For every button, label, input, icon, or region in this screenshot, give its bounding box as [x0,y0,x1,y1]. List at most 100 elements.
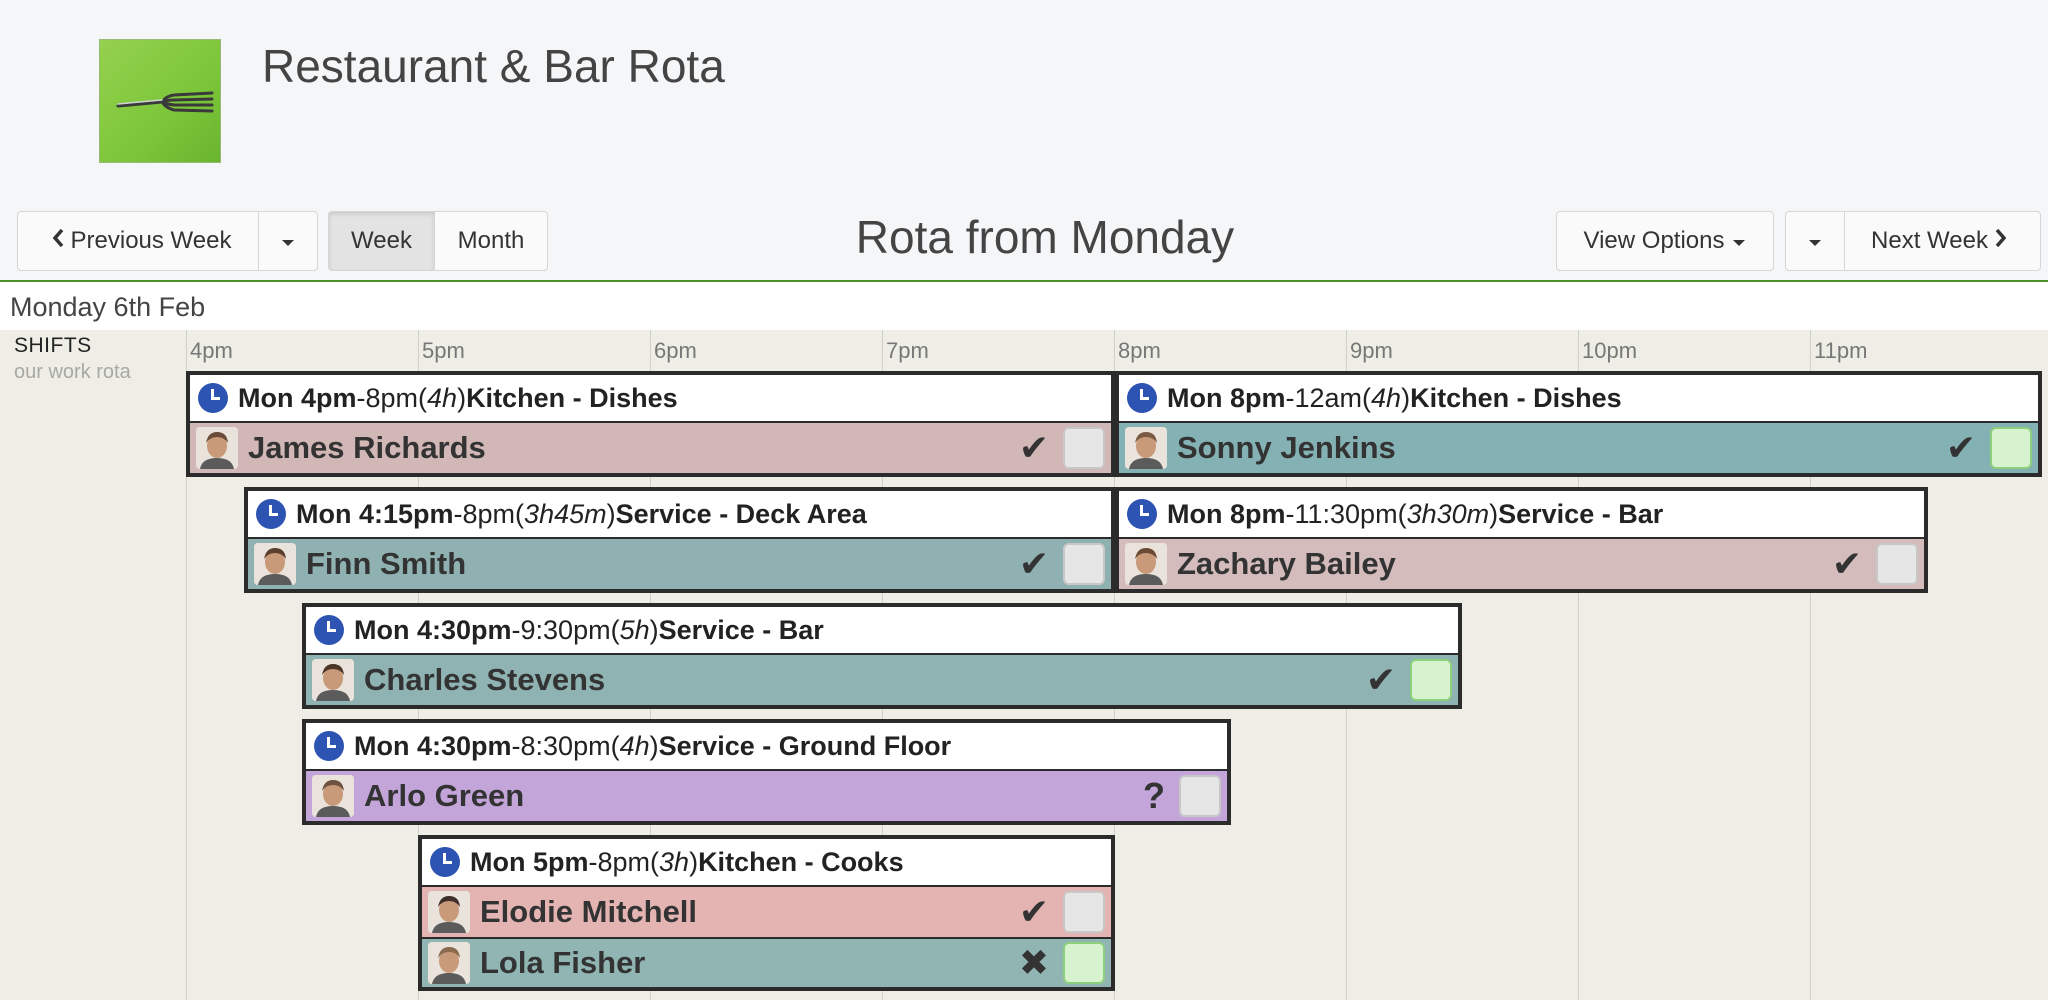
rota-title: Rota from Monday [855,211,1235,263]
fork-icon [116,91,214,113]
hour-label: 9pm [1350,338,1393,363]
shift-end: -8pm [588,846,651,877]
shift-end: -12am [1285,382,1363,413]
shift-duration: 4h [619,730,650,761]
shift-card[interactable]: Mon 4:15pm -8pm (3h45m) Service - Deck Ar… [244,487,1115,593]
shift-start: Mon 8pm [1167,382,1286,413]
staff-row[interactable]: Finn Smith ✔ [248,539,1111,589]
check-icon: ✔ [1365,659,1396,700]
avatar [1125,427,1167,469]
caret-down-icon [281,227,295,255]
shift-duration: 3h [659,846,690,877]
avatar [312,659,354,701]
confirm-checkbox[interactable] [1063,543,1105,585]
shifts-sublabel: our work rota [14,361,131,383]
confirm-checkbox[interactable] [1876,543,1918,585]
check-icon: ✔ [1945,427,1976,468]
shifts-label: SHIFTS [14,334,92,357]
shift-duration: 3h30m [1406,498,1490,529]
clock-icon [1127,383,1157,413]
check-icon: ✔ [1018,543,1049,584]
avatar [196,427,238,469]
staff-row[interactable]: Sonny Jenkins ✔ [1119,423,2038,473]
confirm-checkbox[interactable] [1179,775,1221,817]
staff-row[interactable]: Lola Fisher ✖ [422,937,1111,987]
app-header: Restaurant & Bar Rota Previous Week Week… [0,0,2048,271]
staff-name: Finn Smith [306,546,467,581]
confirm-checkbox[interactable] [1990,427,2032,469]
clock-icon [430,847,460,877]
shift-start: Mon 5pm [470,846,589,877]
rota-grid: SHIFTS our work rota 4pm 5pm 6pm 7pm 8pm 9pm 1… [0,330,2048,1000]
check-icon: ✔ [1018,891,1049,932]
shift-header: Mon 8pm -12am (4h) Kitchen - Dishes [1119,375,2038,423]
shift-role: Service - Deck Area [615,498,867,529]
shift-card[interactable]: Mon 4pm -8pm (4h) Kitchen - Dishes James R… [186,371,1115,477]
staff-row[interactable]: Arlo Green? [306,771,1227,821]
shift-role: Service - Bar [658,614,824,645]
shift-card[interactable]: Mon 8pm -12am (4h) Kitchen - Dishes Sonny … [1115,371,2042,477]
shift-start: Mon 4:15pm [296,498,454,529]
shift-role: Kitchen - Dishes [1410,382,1622,413]
previous-week-button[interactable]: Previous Week [17,211,259,271]
day-bar: Monday 6th Feb [0,282,2048,330]
tab-week[interactable]: Week [328,211,435,271]
shift-end: -8pm [453,498,516,529]
shift-end: -8:30pm [511,730,611,761]
caret-down-icon [1732,227,1746,255]
shift-end: -8pm [356,382,419,413]
staff-row[interactable]: Charles Stevens ✔ [306,655,1458,705]
tab-week-label: Week [351,227,412,254]
avatar [254,543,296,585]
previous-week-label: Previous Week [70,227,232,254]
staff-name: Elodie Mitchell [480,894,698,929]
shift-card[interactable]: Mon 4:30pm -8:30pm (4h) Service - Ground … [302,719,1231,825]
tab-month-label: Month [457,227,525,254]
hour-label: 6pm [654,338,697,363]
previous-week-dropdown[interactable] [258,211,318,271]
shift-card[interactable]: Mon 4:30pm -9:30pm (5h) Service - Bar Char… [302,603,1462,709]
confirm-checkbox[interactable] [1063,942,1105,984]
avatar [428,891,470,933]
row-label-column: SHIFTS our work rota [0,330,187,1000]
shift-end: -11:30pm [1285,498,1398,529]
shift-duration: 5h [619,614,650,645]
day-title: Monday 6th Feb [10,292,206,322]
shift-header: Mon 4:15pm -8pm (3h45m) Service - Deck Ar… [248,491,1111,539]
shift-start: Mon 4:30pm [354,730,512,761]
tab-month[interactable]: Month [434,211,548,271]
staff-name: Arlo Green [364,778,525,813]
staff-row[interactable]: Zachary Bailey ✔ [1119,539,1924,589]
shift-role: Kitchen - Cooks [698,846,904,877]
shift-card[interactable]: Mon 5pm -8pm (3h) Kitchen - Cooks Elodie M… [418,835,1115,991]
clock-icon [314,731,344,761]
confirm-checkbox[interactable] [1410,659,1452,701]
shift-end: -9:30pm [511,614,611,645]
shift-role: Kitchen - Dishes [466,382,678,413]
clock-icon [256,499,286,529]
staff-name: James Richards [248,430,486,465]
chevron-left-icon [51,227,65,256]
confirm-checkbox[interactable] [1063,427,1105,469]
shift-header: Mon 4pm -8pm (4h) Kitchen - Dishes [190,375,1111,423]
staff-name: Zachary Bailey [1177,546,1396,581]
hour-label: 5pm [422,338,465,363]
shift-card[interactable]: Mon 8pm -11:30pm (3h30m) Service - Bar Zac… [1115,487,1928,593]
view-options-label: View Options [1583,227,1725,254]
chevron-right-icon [1994,227,2008,256]
staff-row[interactable]: James Richards ✔ [190,423,1111,473]
next-week-dropdown[interactable] [1785,211,1845,271]
next-week-label: Next Week [1871,227,1988,254]
next-week-button[interactable]: Next Week [1844,211,2041,271]
staff-name: Charles Stevens [364,662,606,697]
shift-header: Mon 4:30pm -8:30pm (4h) Service - Ground … [306,723,1227,771]
staff-name: Lola Fisher [480,945,646,980]
staff-row[interactable]: Elodie Mitchell ✔ [422,887,1111,937]
view-options-button[interactable]: View Options [1556,211,1774,271]
confirm-checkbox[interactable] [1063,891,1105,933]
caret-down-icon [1808,227,1822,255]
shift-role: Service - Ground Floor [658,730,952,761]
app-logo [99,39,221,163]
avatar [312,775,354,817]
shift-start: Mon 4:30pm [354,614,512,645]
